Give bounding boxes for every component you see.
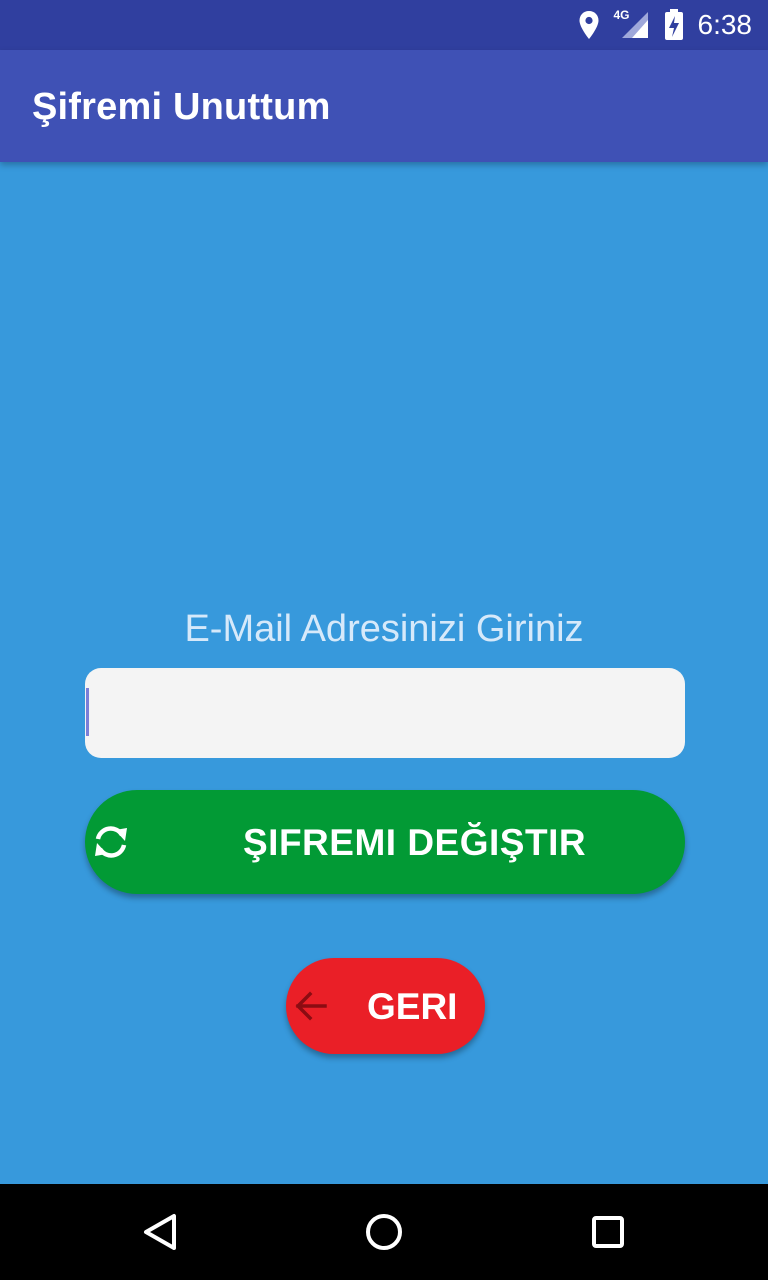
status-time: 6:38 [697,9,753,40]
back-label: GERI [367,986,458,1027]
email-prompt-label: E-Mail Adresinizi Giriniz [184,608,584,650]
home-circle-icon[interactable] [360,1208,408,1256]
network-type-label: 4G [613,8,630,22]
status-bar: 4G 6:38 [0,0,768,50]
signal-4g-icon: 4G [613,8,650,40]
forgot-password-form: E-Mail Adresinizi Giriniz ŞIFREMI DEĞIŞT… [0,162,768,1184]
arrow-left-icon [295,991,327,1021]
recents-square-icon[interactable] [584,1208,632,1256]
back-button[interactable]: GERI [286,958,485,1054]
battery-charging-icon [664,9,683,40]
change-password-button[interactable]: ŞIFREMI DEĞIŞTIR [85,790,685,894]
app-bar: Şifremi Unuttum [0,50,768,162]
location-icon [579,11,598,39]
page-title: Şifremi Unuttum [32,86,331,128]
refresh-icon [95,826,127,858]
change-password-label: ŞIFREMI DEĞIŞTIR [243,822,587,863]
email-input[interactable] [85,668,685,758]
navigation-bar [0,1184,768,1280]
status-icons: 4G 6:38 [578,0,753,50]
back-triangle-icon[interactable] [136,1208,184,1256]
